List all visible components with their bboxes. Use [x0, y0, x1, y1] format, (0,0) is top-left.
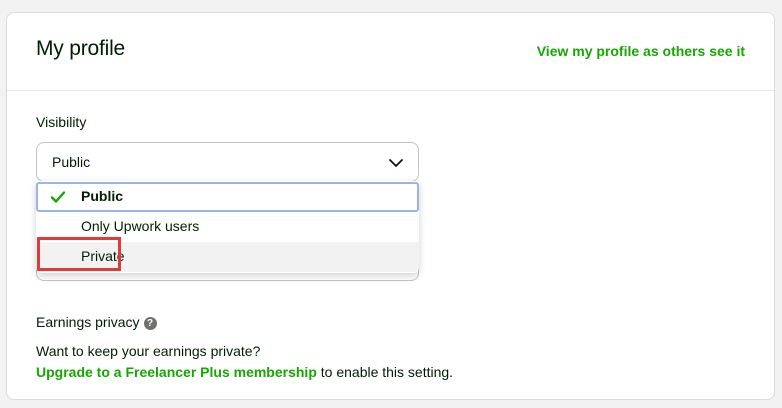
visibility-option-public[interactable]: Public [36, 182, 419, 212]
visibility-selected-value: Public [52, 154, 91, 170]
visibility-option-only-upwork-users[interactable]: Only Upwork users [36, 212, 419, 242]
upgrade-line: Upgrade to a Freelancer Plus membership … [36, 364, 453, 380]
upgrade-freelancer-plus-link[interactable]: Upgrade to a Freelancer Plus membership [36, 364, 317, 380]
earnings-description: Want to keep your earnings private? [36, 343, 261, 359]
visibility-label: Visibility [36, 114, 87, 130]
visibility-dropdown-menu: Public Only Upwork users Private [36, 181, 419, 273]
earnings-privacy-label: Earnings privacy [36, 314, 140, 330]
view-profile-link[interactable]: View my profile as others see it [537, 43, 745, 59]
earnings-privacy-heading: Earnings privacy? [36, 314, 157, 330]
profile-settings-card: My profile View my profile as others see… [6, 12, 775, 400]
question-circle-icon[interactable]: ? [143, 317, 157, 330]
visibility-option-label: Only Upwork users [81, 218, 200, 234]
visibility-option-label: Public [81, 188, 124, 204]
upgrade-suffix-text: to enable this setting. [316, 364, 454, 380]
chevron-down-icon [389, 159, 403, 167]
visibility-option-label: Private [81, 248, 125, 264]
checkmark-icon [50, 191, 66, 203]
visibility-select[interactable]: Public [36, 142, 419, 182]
visibility-option-private[interactable]: Private [36, 242, 419, 272]
page-title: My profile [36, 37, 126, 60]
card-header: My profile View my profile as others see… [7, 13, 774, 91]
